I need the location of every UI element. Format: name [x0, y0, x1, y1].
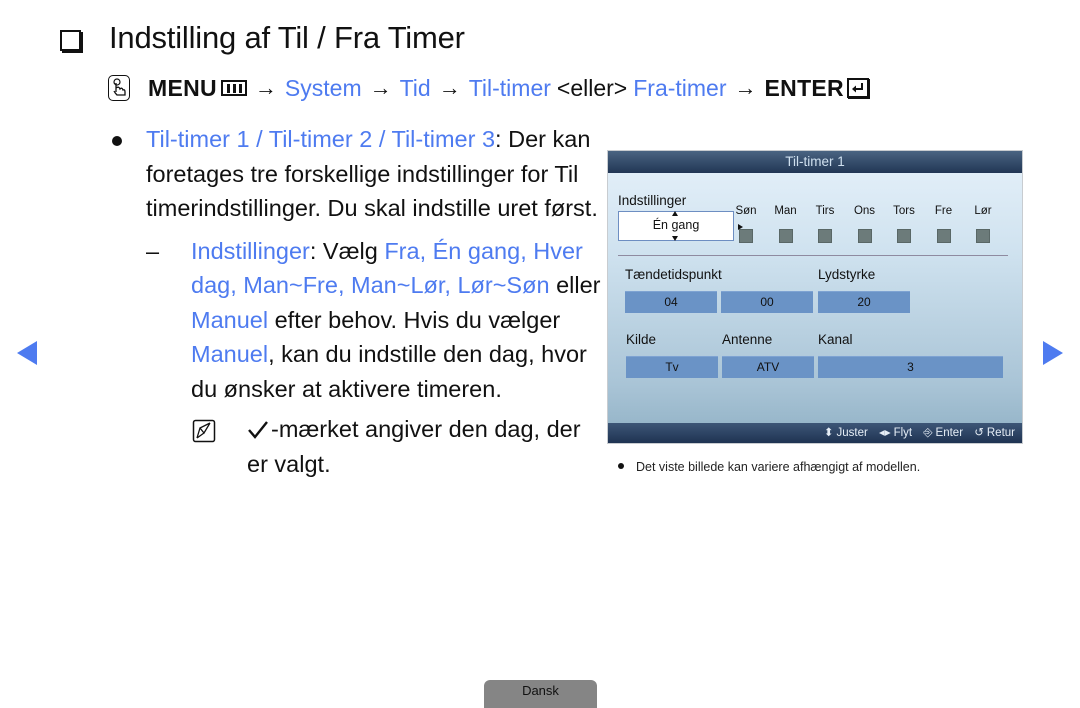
source-label: Kilde: [626, 332, 657, 347]
day-checkbox[interactable]: [897, 229, 911, 243]
menu-icon: [220, 80, 247, 96]
menu-label: MENU: [148, 74, 217, 101]
volume-label: Lydstyrke: [818, 267, 876, 282]
text: efter behov. Hvis du vælger: [268, 306, 561, 333]
enter-icon: [846, 78, 869, 98]
channel-field[interactable]: 3: [818, 356, 1003, 378]
day-label: Fre: [934, 205, 953, 217]
channel-label: Kanal: [818, 332, 853, 347]
arrow-up-icon: [672, 211, 678, 216]
path-step-system: System: [284, 74, 362, 101]
note-icon: [192, 419, 216, 443]
day-label: Man: [774, 205, 797, 217]
settings-term: Indstillinger: [191, 237, 310, 264]
path-step-fra-timer: Fra-timer: [633, 74, 727, 101]
day-label: Tirs: [815, 205, 835, 217]
arrow-down-icon: [672, 236, 678, 241]
antenna-label: Antenne: [722, 332, 773, 347]
day-label: Søn: [735, 205, 757, 217]
previous-page-arrow-icon[interactable]: [17, 341, 37, 365]
day-checkbox[interactable]: [818, 229, 832, 243]
instruction-body: Til-timer 1 / Til-timer 2 / Til-timer 3:…: [112, 122, 602, 481]
enter-label: ENTER: [764, 74, 844, 101]
bullet-icon: [112, 136, 122, 146]
arrow: →: [734, 75, 757, 100]
page-title: Indstilling af Til / Fra Timer: [109, 20, 465, 55]
arrow: →: [438, 75, 461, 100]
settings-value: Én gang: [652, 218, 700, 232]
on-time-label: Tændetidspunkt: [625, 267, 722, 282]
enter-hint: Enter: [935, 427, 964, 439]
antenna-field[interactable]: ATV: [722, 356, 814, 378]
day-label: Lør: [974, 205, 992, 217]
tv-footer: ⬍ Juster ◂▸ Flyt ⎆ Enter ↺ Retur: [608, 423, 1022, 443]
page-title-row: Indstilling af Til / Fra Timer: [60, 18, 465, 58]
day-checkbox[interactable]: [778, 229, 793, 243]
day-checkbox[interactable]: [976, 229, 990, 243]
minute-field[interactable]: 00: [721, 291, 813, 313]
move-hint: Flyt: [893, 427, 913, 439]
language-tab[interactable]: Dansk: [484, 680, 597, 708]
bullet-paragraph: Til-timer 1 / Til-timer 2 / Til-timer 3:…: [112, 122, 602, 226]
next-page-arrow-icon[interactable]: [1043, 341, 1063, 365]
settings-select[interactable]: Én gang: [618, 211, 734, 241]
image-caption: Det viste billede kan variere afhængigt …: [618, 460, 920, 474]
hour-field[interactable]: 04: [625, 291, 717, 313]
adjust-hint: Juster: [836, 427, 868, 439]
settings-label: Indstillinger: [618, 193, 687, 208]
or-label: <eller>: [556, 74, 628, 101]
timer-options-num: 3: [481, 126, 496, 152]
text: : Vælg: [309, 237, 385, 264]
source-field[interactable]: Tv: [626, 356, 718, 378]
day-checkbox[interactable]: [739, 229, 753, 243]
tv-header: Til-timer 1: [608, 151, 1022, 173]
tv-timer-screen: Til-timer 1 Indstillinger Én gang Søn Man…: [607, 150, 1023, 444]
leftright-icon: ◂▸: [879, 427, 891, 439]
remote-hand-icon: [108, 75, 130, 101]
checkbox-bullet-icon: [60, 29, 81, 51]
bullet-icon: [618, 463, 624, 469]
day-label: Tors: [893, 205, 915, 217]
caption-text: Det viste billede kan variere afhængigt …: [636, 460, 921, 474]
arrow: →: [369, 75, 392, 100]
path-step-til-timer: Til-timer: [468, 74, 551, 101]
updown-icon: ⬍: [823, 427, 834, 439]
divider: [618, 255, 1008, 256]
settings-subparagraph: – Indstillinger: Vælg Fra, Én gang, Hver…: [112, 234, 602, 407]
day-label: Ons: [853, 205, 876, 217]
day-checkbox[interactable]: [857, 229, 872, 243]
option-manual: Manuel: [191, 341, 269, 367]
enter-icon: ⎆: [923, 427, 933, 439]
note-paragraph: -mærket angiver den dag, der er valgt.: [112, 412, 602, 481]
day-checkbox[interactable]: [936, 229, 951, 243]
return-hint: Retur: [986, 427, 1015, 439]
menu-path: MENU → System → Tid → Til-timer <eller> …: [108, 72, 869, 104]
option-manual: Manuel: [191, 306, 269, 333]
text: eller: [549, 272, 601, 298]
note-text: -mærket angiver den dag, der er valgt.: [247, 416, 581, 477]
volume-field[interactable]: 20: [818, 291, 910, 313]
path-step-tid: Tid: [399, 74, 431, 101]
arrow: →: [254, 75, 277, 100]
timer-options: Til-timer 1 / Til-timer 2 / Til-timer: [146, 126, 476, 152]
check-icon: [248, 421, 268, 439]
dash: –: [146, 237, 160, 264]
return-icon: ↺: [974, 427, 984, 439]
